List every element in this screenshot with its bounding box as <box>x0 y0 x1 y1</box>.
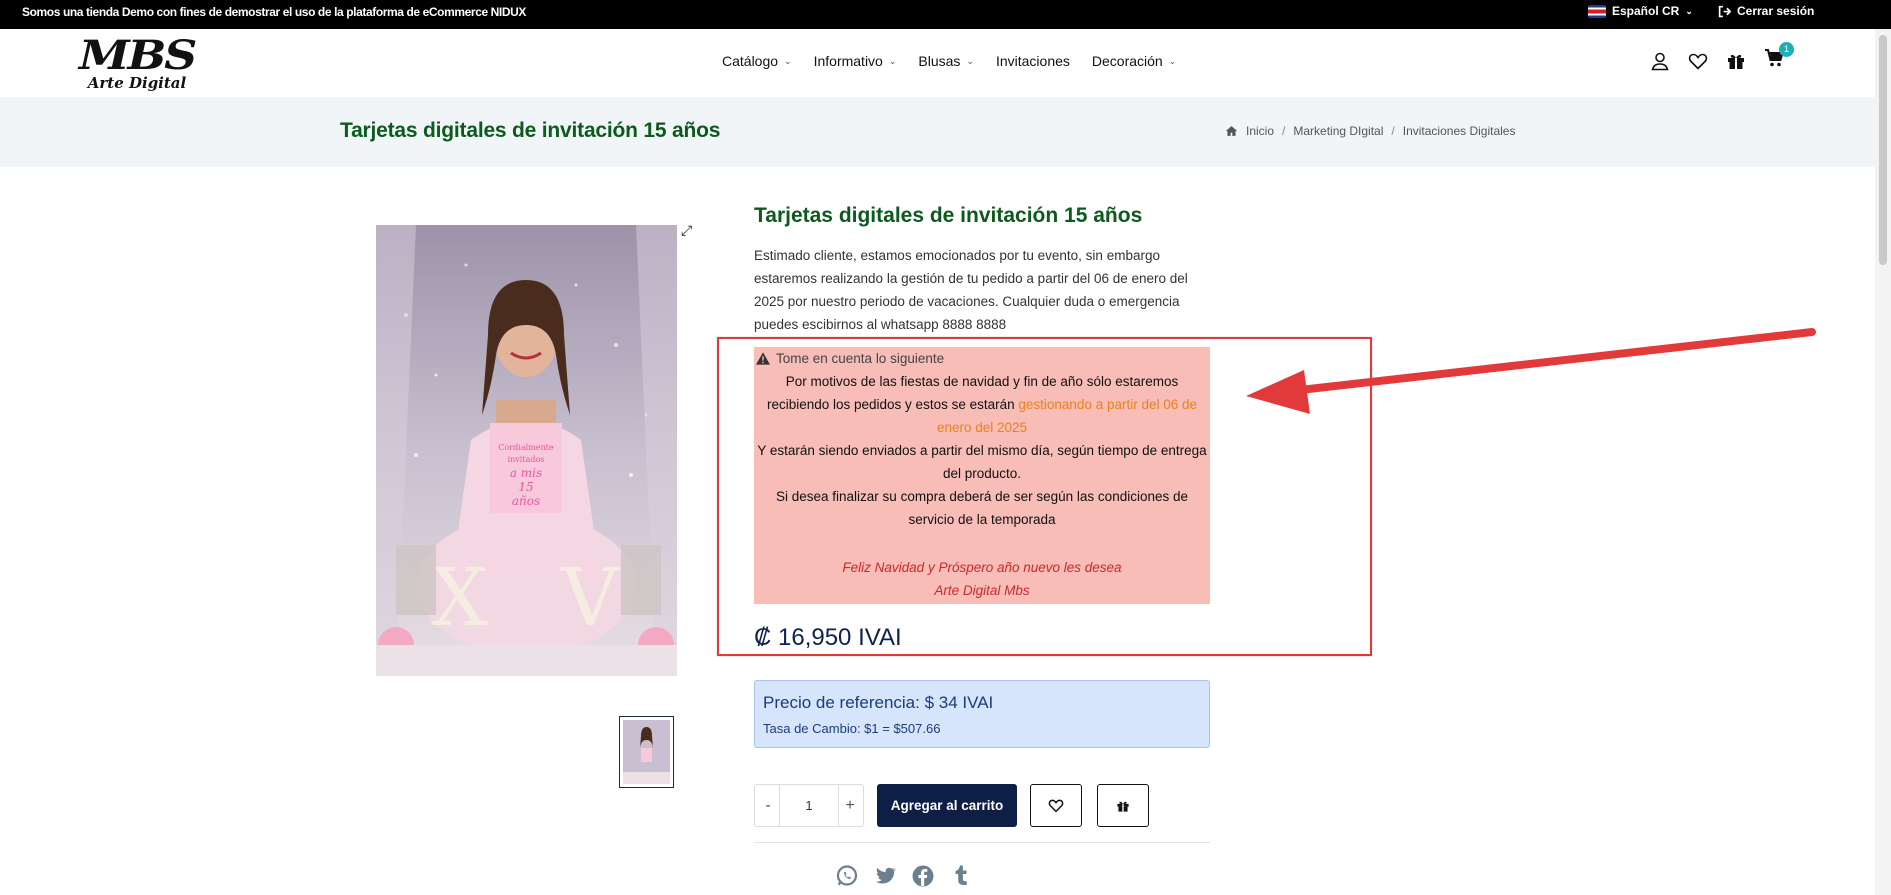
home-icon <box>1225 126 1238 136</box>
heart-icon[interactable] <box>1688 51 1708 71</box>
twitter-icon[interactable] <box>873 864 897 888</box>
decrement-button[interactable]: - <box>761 797 775 815</box>
demo-notice-text: Somos una tienda Demo con fines de demos… <box>22 5 527 19</box>
image-text-anos: años <box>512 494 540 508</box>
nav-item-invitaciones[interactable]: Invitaciones <box>996 53 1070 69</box>
add-to-cart-button[interactable]: Agregar al carrito <box>877 784 1017 827</box>
gift-button[interactable] <box>1097 784 1149 827</box>
chevron-down-icon: ⌄ <box>888 55 897 66</box>
image-text-15: 15 <box>518 480 533 494</box>
language-label: Español CR <box>1612 4 1680 18</box>
chevron-down-icon: ⌄ <box>784 55 792 66</box>
logout-link[interactable]: Cerrar sesión <box>1718 4 1814 18</box>
quantity-stepper: - + <box>754 784 864 827</box>
tumblr-icon[interactable] <box>949 864 973 888</box>
annotation-arrow <box>1246 328 1816 414</box>
nav-item-decoracion[interactable]: Decoración ⌄ <box>1092 53 1176 69</box>
share-icons <box>835 864 973 888</box>
quantity-input[interactable] <box>779 785 839 826</box>
image-text-invitados: invitados <box>508 455 545 464</box>
cart-button[interactable]: 1 <box>1764 42 1794 73</box>
gift-icon[interactable] <box>1726 51 1746 71</box>
expand-icon[interactable]: ⤢ <box>681 222 692 239</box>
whatsapp-icon[interactable] <box>835 864 859 888</box>
user-icon[interactable] <box>1650 51 1670 71</box>
reference-price-box: Precio de referencia: $ 34 IVAI Tasa de … <box>754 680 1210 748</box>
facebook-icon[interactable] <box>911 864 935 888</box>
add-to-wishlist-button[interactable] <box>1030 784 1082 827</box>
language-selector[interactable]: Español CR ⌄ <box>1588 4 1693 18</box>
product-thumbnail[interactable] <box>619 716 674 788</box>
breadcrumb: Inicio / Marketing DIgital / Invitacione… <box>1225 124 1515 138</box>
main-nav: Catálogo ⌄ Informativo ⌄ Blusas ⌄ Invitacio… <box>722 53 1176 69</box>
page-title-bar: Tarjetas digitales de invitación 15 años… <box>0 97 1891 167</box>
breadcrumb-marketing[interactable]: Marketing DIgital <box>1293 124 1383 138</box>
svg-text:X: X <box>431 551 488 644</box>
nav-item-catalogo[interactable]: Catálogo ⌄ <box>722 53 792 69</box>
image-text-cordialmente: Cordialmente <box>498 443 553 452</box>
increment-button[interactable]: + <box>843 797 857 815</box>
top-notice-bar: Somos una tienda Demo con fines de demos… <box>0 0 1891 29</box>
reference-price: Precio de referencia: $ 34 IVAI <box>763 693 994 712</box>
chevron-down-icon: ⌄ <box>1685 5 1693 16</box>
chevron-down-icon: ⌄ <box>1168 55 1177 66</box>
cart-count-badge: 1 <box>1779 42 1794 57</box>
store-logo[interactable]: MBS Arte Digital <box>62 36 212 93</box>
nav-item-blusas[interactable]: Blusas ⌄ <box>918 53 974 69</box>
product-description: Estimado cliente, estamos emocionados po… <box>754 248 1188 332</box>
logout-label: Cerrar sesión <box>1737 4 1815 18</box>
scrollbar-thumb[interactable] <box>1879 35 1887 265</box>
header-icons: 1 <box>1650 42 1794 73</box>
breadcrumb-invitaciones[interactable]: Invitaciones Digitales <box>1403 124 1516 138</box>
breadcrumb-inicio[interactable]: Inicio <box>1246 124 1274 138</box>
nav-item-informativo[interactable]: Informativo ⌄ <box>814 53 897 69</box>
heart-icon <box>1048 799 1064 813</box>
svg-text:V: V <box>560 551 620 644</box>
product-title: Tarjetas digitales de invitación 15 años <box>754 204 1143 227</box>
page-title: Tarjetas digitales de invitación 15 años <box>340 119 721 142</box>
chevron-down-icon: ⌄ <box>966 55 974 66</box>
logo-mbs-text: MBS <box>78 32 197 79</box>
gift-icon <box>1117 801 1129 812</box>
product-main-image[interactable]: Cordialmente invitados a mis 15 años X V <box>376 225 677 676</box>
costa-rica-flag-icon <box>1588 4 1606 18</box>
image-text-a-mis: a mis <box>510 466 542 480</box>
divider <box>754 842 1210 843</box>
exchange-rate: Tasa de Cambio: $1 = $507.66 <box>763 721 941 736</box>
sign-out-icon <box>1718 5 1731 17</box>
page-scrollbar[interactable] <box>1875 29 1891 895</box>
site-header: MBS Arte Digital Catálogo ⌄ Informativo ⌄ … <box>0 29 1891 97</box>
